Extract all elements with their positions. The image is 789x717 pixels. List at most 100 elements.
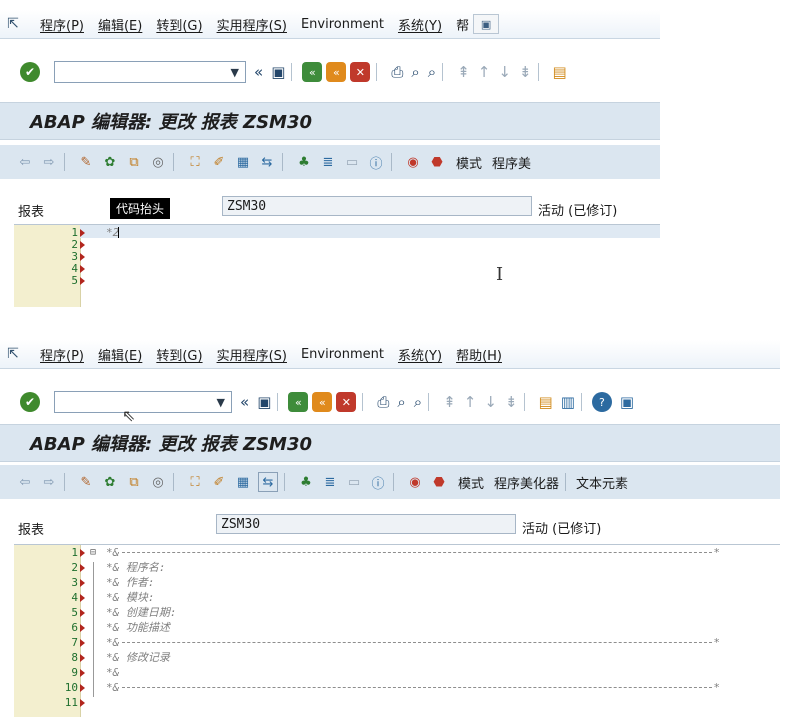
menu-environment[interactable]: Environment xyxy=(301,347,384,362)
find-next-icon[interactable]: ⌕ xyxy=(414,393,422,411)
next-page-icon: ↓ xyxy=(484,393,497,411)
code-line[interactable]: 11 xyxy=(14,697,780,708)
menu-utilities[interactable]: 实用程序(S) xyxy=(217,15,287,34)
dropdown-icon[interactable]: ▼ xyxy=(231,66,239,79)
code-line[interactable]: 1 ⊟ *& * xyxy=(14,547,780,558)
breakpoint-icon[interactable]: ◉ xyxy=(406,473,424,491)
find-icon[interactable]: ⌕ xyxy=(411,63,419,81)
object-list-icon[interactable]: ⇆ xyxy=(258,153,276,171)
menu-environment[interactable]: Environment xyxy=(301,17,384,32)
hierarchy-icon[interactable]: ♣ xyxy=(297,473,315,491)
exit-icon[interactable]: « xyxy=(326,62,347,82)
menu-edit[interactable]: 编辑(E) xyxy=(98,15,142,34)
command-field[interactable]: ▼ xyxy=(54,61,246,83)
other-object-icon[interactable]: ⧉ xyxy=(125,153,143,171)
menu-goto[interactable]: 转到(G) xyxy=(156,15,202,34)
code-line[interactable]: 9 *& xyxy=(14,667,780,678)
shortcut-icon[interactable]: ▥ xyxy=(561,393,575,411)
check-icon[interactable]: ◎ xyxy=(149,153,167,171)
menu-edit[interactable]: 编辑(E) xyxy=(98,345,142,364)
pattern-button[interactable]: 模式 xyxy=(456,153,482,172)
back-icon[interactable]: « xyxy=(288,392,309,412)
stop-icon[interactable]: ⬣ xyxy=(430,473,448,491)
where-used-icon[interactable]: ▦ xyxy=(234,153,252,171)
customize-icon[interactable]: ▣ xyxy=(473,14,500,34)
menu-help[interactable]: 帮助(H) xyxy=(456,345,502,364)
code-editor[interactable]: 1 ⊟ *& * 2 *& 程序名: 3 *& 作者: 4 *& 模块: 5 *& 创建日期: 6 *& … xyxy=(14,544,780,717)
other-object-icon[interactable]: ⧉ xyxy=(125,473,143,491)
help-icon[interactable]: ? xyxy=(591,392,612,412)
info-icon[interactable]: ⓘ xyxy=(369,473,387,492)
text-elements-button[interactable]: 文本元素 xyxy=(576,473,628,492)
pretty-printer-button[interactable]: 程序美化器 xyxy=(494,473,559,492)
test-icon[interactable]: ✐ xyxy=(210,473,228,491)
code-line[interactable]: 7 *& * xyxy=(14,637,780,648)
dropdown-icon[interactable]: ▼ xyxy=(217,396,225,409)
code-line[interactable]: 2 *& 程序名: xyxy=(14,562,780,573)
code-line[interactable]: 6 *& 功能描述 xyxy=(14,622,780,633)
active-inactive-icon[interactable]: ✿ xyxy=(101,153,119,171)
menu-system[interactable]: 系统(Y) xyxy=(398,15,442,34)
menu-help-truncated[interactable]: 帮 xyxy=(456,15,469,34)
code-line[interactable]: 5 xyxy=(14,275,660,286)
code-line[interactable]: 3 *& 作者: xyxy=(14,577,780,588)
pattern-button[interactable]: 模式 xyxy=(458,473,484,492)
display-change-icon[interactable]: ✎ xyxy=(77,153,95,171)
code-line[interactable]: 3 xyxy=(14,251,660,262)
test-icon[interactable]: ✐ xyxy=(210,153,228,171)
pretty-icon[interactable]: ≣ xyxy=(319,153,337,171)
print-icon[interactable]: ⎙ xyxy=(377,393,389,411)
activate-icon[interactable]: ⛶ xyxy=(186,473,204,491)
cancel-icon[interactable]: ✕ xyxy=(350,62,371,82)
print-icon[interactable]: ⎙ xyxy=(391,63,403,81)
menu-utilities[interactable]: 实用程序(S) xyxy=(217,345,287,364)
menu-program[interactable]: 程序(P) xyxy=(40,345,84,364)
back-double-icon[interactable]: « xyxy=(254,63,263,81)
customize-icon[interactable]: ▣ xyxy=(620,393,634,411)
comment-rule xyxy=(122,642,712,643)
back-icon[interactable]: « xyxy=(302,62,323,82)
pretty-printer-button[interactable]: 程序美 xyxy=(492,153,531,172)
back-arrow-icon[interactable]: ⇦ xyxy=(16,153,34,171)
code-editor[interactable]: 1 *2 2 3 4 5 xyxy=(14,224,660,307)
cancel-icon[interactable]: ✕ xyxy=(336,392,357,412)
find-icon[interactable]: ⌕ xyxy=(397,393,405,411)
menu-system[interactable]: 系统(Y) xyxy=(398,345,442,364)
info-icon[interactable]: ⓘ xyxy=(367,153,385,172)
menu-window-icon[interactable]: ⇱ xyxy=(0,16,26,32)
forward-arrow-icon[interactable]: ⇨ xyxy=(40,473,58,491)
code-line[interactable]: 1 *2 xyxy=(14,227,660,238)
new-session-icon[interactable]: ▤ xyxy=(539,393,553,411)
stop-icon[interactable]: ⬣ xyxy=(428,153,446,171)
object-list-icon[interactable]: ⇆ xyxy=(258,472,278,492)
new-session-icon[interactable]: ▤ xyxy=(553,63,567,81)
ok-check-icon[interactable]: ✔ xyxy=(20,62,40,82)
menu-program[interactable]: 程序(P) xyxy=(40,15,84,34)
menu-window-icon[interactable]: ⇱ xyxy=(0,346,26,362)
exit-icon[interactable]: « xyxy=(312,392,333,412)
hierarchy-icon[interactable]: ♣ xyxy=(295,153,313,171)
breakpoint-icon[interactable]: ◉ xyxy=(404,153,422,171)
find-next-icon[interactable]: ⌕ xyxy=(428,63,436,81)
active-inactive-icon[interactable]: ✿ xyxy=(101,473,119,491)
back-arrow-icon[interactable]: ⇦ xyxy=(16,473,34,491)
pretty-icon[interactable]: ≣ xyxy=(321,473,339,491)
where-used-icon[interactable]: ▦ xyxy=(234,473,252,491)
save-icon[interactable]: ▣ xyxy=(271,63,285,81)
save-icon[interactable]: ▣ xyxy=(257,393,271,411)
back-double-icon[interactable]: « xyxy=(240,393,249,411)
ok-check-icon[interactable]: ✔ xyxy=(20,392,40,412)
code-line[interactable]: 2 xyxy=(14,239,660,250)
code-line[interactable]: 8 *& 修改记录 xyxy=(14,652,780,663)
command-field[interactable]: ▼ xyxy=(54,391,232,413)
code-line[interactable]: 4 xyxy=(14,263,660,274)
code-line[interactable]: 10 *& * xyxy=(14,682,780,693)
check-icon[interactable]: ◎ xyxy=(149,473,167,491)
menu-goto[interactable]: 转到(G) xyxy=(156,345,202,364)
activate-icon[interactable]: ⛶ xyxy=(186,153,204,171)
forward-arrow-icon[interactable]: ⇨ xyxy=(40,153,58,171)
code-line[interactable]: 4 *& 模块: xyxy=(14,592,780,603)
fold-collapse-icon[interactable]: ⊟ xyxy=(90,547,96,558)
code-line[interactable]: 5 *& 创建日期: xyxy=(14,607,780,618)
display-change-icon[interactable]: ✎ xyxy=(77,473,95,491)
